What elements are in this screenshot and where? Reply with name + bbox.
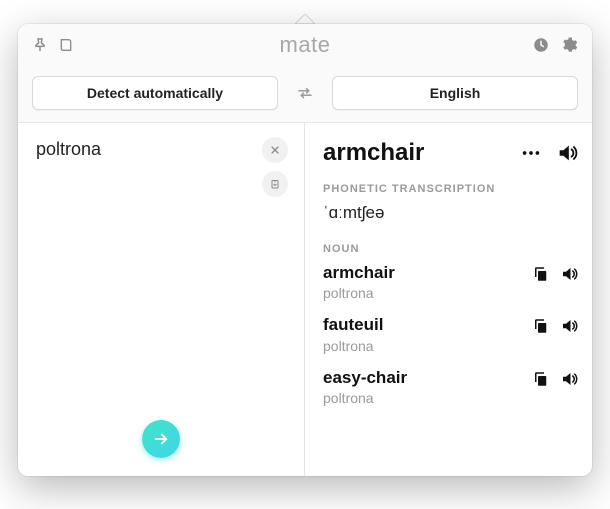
source-pane: poltrona xyxy=(18,123,305,476)
translate-button[interactable] xyxy=(142,420,180,458)
translator-popup: mate Detect automatically English poltro… xyxy=(18,24,592,476)
result-pane: armchair PHONETIC TRANSCRIPTION ˈɑːm xyxy=(305,123,592,476)
phonetic-text: ˈɑːmtʃeə xyxy=(323,203,578,223)
sense-row: fauteuil poltrona xyxy=(323,315,578,353)
sense-word: fauteuil xyxy=(323,315,383,335)
phonetic-label: PHONETIC TRANSCRIPTION xyxy=(323,183,578,195)
sense-row: armchair poltrona xyxy=(323,263,578,301)
sense-word: easy-chair xyxy=(323,368,407,388)
gear-icon[interactable] xyxy=(560,36,578,54)
target-lang-label: English xyxy=(430,85,481,101)
paste-icon xyxy=(269,178,281,190)
copy-icon xyxy=(532,265,550,283)
source-input[interactable]: poltrona xyxy=(36,139,286,160)
source-lang-label: Detect automatically xyxy=(87,85,223,101)
copy-icon xyxy=(532,370,550,388)
pos-label: NOUN xyxy=(323,243,578,255)
senses-list: armchairpoltronafauteuilpoltronaeasy-cha… xyxy=(323,263,578,406)
arrow-right-icon xyxy=(152,430,170,448)
pronounce-button[interactable] xyxy=(560,370,578,388)
speaker-icon xyxy=(560,370,578,388)
copy-button[interactable] xyxy=(532,265,550,283)
sense-back-translation: poltrona xyxy=(323,338,383,354)
book-icon[interactable] xyxy=(58,37,74,53)
source-lang-button[interactable]: Detect automatically xyxy=(32,76,278,110)
target-lang-button[interactable]: English xyxy=(332,76,578,110)
pronounce-button[interactable] xyxy=(556,142,578,164)
content-body: poltrona armchair xyxy=(18,123,592,476)
app-title: mate xyxy=(102,32,508,58)
swap-icon[interactable] xyxy=(296,84,314,102)
header-bar: mate xyxy=(18,24,592,66)
more-icon xyxy=(520,142,542,164)
paste-button[interactable] xyxy=(262,171,288,197)
pronounce-button[interactable] xyxy=(560,317,578,335)
copy-button[interactable] xyxy=(532,317,550,335)
popup-caret xyxy=(295,14,315,24)
close-icon xyxy=(269,144,281,156)
copy-button[interactable] xyxy=(532,370,550,388)
copy-icon xyxy=(532,317,550,335)
sense-word: armchair xyxy=(323,263,395,283)
headword: armchair xyxy=(323,139,424,167)
clear-button[interactable] xyxy=(262,137,288,163)
speaker-icon xyxy=(560,317,578,335)
more-button[interactable] xyxy=(520,142,542,164)
pin-icon[interactable] xyxy=(32,37,48,53)
speaker-icon xyxy=(556,142,578,164)
pronounce-button[interactable] xyxy=(560,265,578,283)
headword-row: armchair xyxy=(323,139,578,167)
speaker-icon xyxy=(560,265,578,283)
sense-back-translation: poltrona xyxy=(323,390,407,406)
sense-back-translation: poltrona xyxy=(323,285,395,301)
language-bar: Detect automatically English xyxy=(18,66,592,123)
history-icon[interactable] xyxy=(532,36,550,54)
sense-row: easy-chair poltrona xyxy=(323,368,578,406)
